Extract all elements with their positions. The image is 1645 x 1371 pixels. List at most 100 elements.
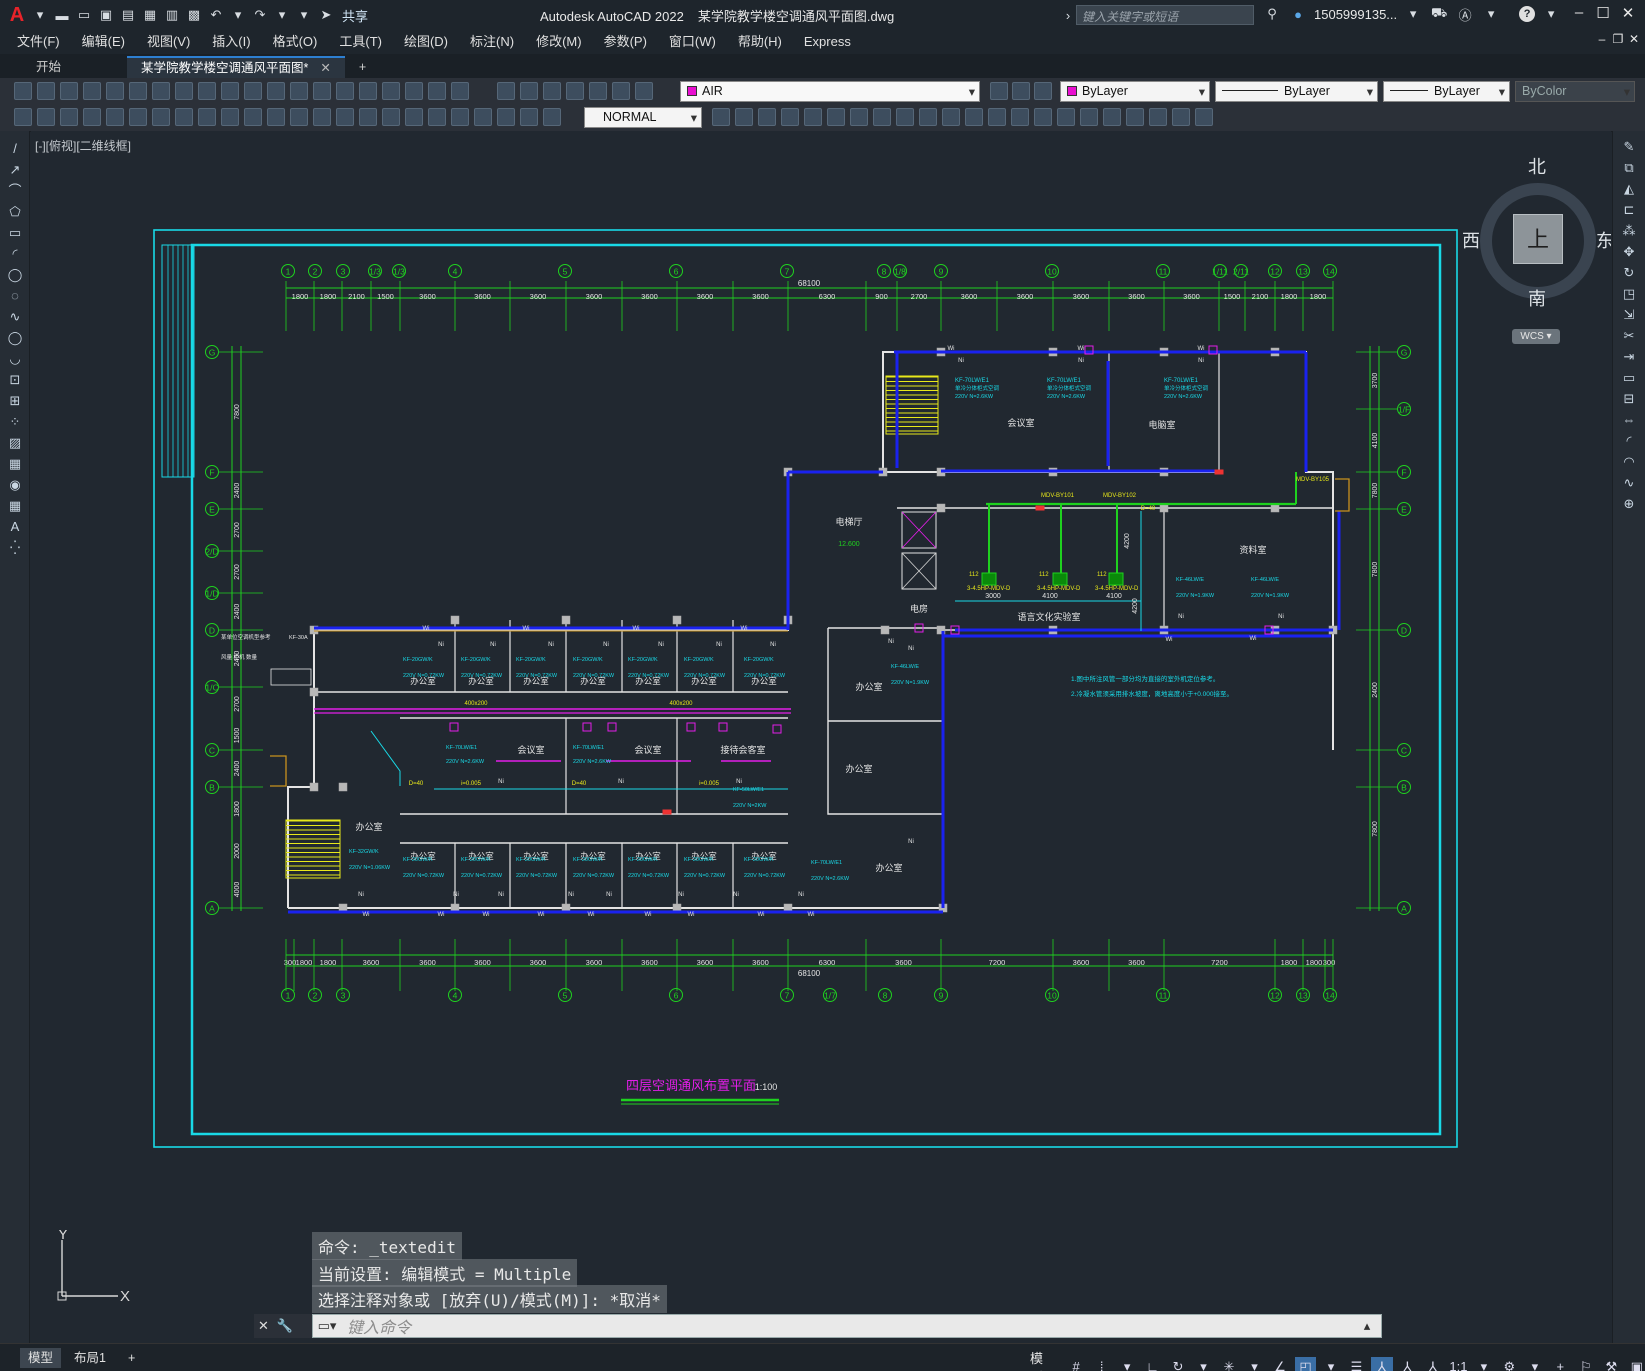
- command-history-icon[interactable]: ▴: [1353, 1318, 1381, 1334]
- modify-tool-icon-0[interactable]: ✎: [1621, 139, 1637, 155]
- object-track-icon[interactable]: ∠: [1269, 1357, 1290, 1371]
- hardware-accel-icon[interactable]: ⚒: [1601, 1357, 1622, 1371]
- draw-tool-icon-6[interactable]: ◯: [7, 267, 23, 283]
- draw-tool-icon-3[interactable]: ⬠: [7, 204, 23, 220]
- menu-2[interactable]: 视图(V): [136, 30, 201, 54]
- customize-quickaccess-icon[interactable]: ▾: [294, 5, 314, 25]
- draw-tool-icon-8[interactable]: [198, 108, 216, 126]
- expand-search-icon[interactable]: ›: [1058, 5, 1078, 25]
- draw-tool-icon-29[interactable]: [827, 108, 845, 126]
- dimstyle-dropdown[interactable]: NORMAL: [584, 107, 702, 128]
- draw-tool-icon-26[interactable]: [758, 108, 776, 126]
- plot-icon[interactable]: ▩: [184, 5, 204, 25]
- user-name[interactable]: 1505999135...: [1314, 7, 1397, 22]
- share-icon[interactable]: ➤: [316, 5, 336, 25]
- layer-dropdown[interactable]: AIR: [680, 81, 980, 102]
- menu-1[interactable]: 编辑(E): [71, 30, 136, 54]
- standard-tool-icon-14[interactable]: [336, 82, 354, 100]
- app-logo[interactable]: A: [6, 4, 28, 27]
- compass-north[interactable]: 北: [1528, 153, 1546, 179]
- draw-tool-icon-25[interactable]: [735, 108, 753, 126]
- draw-tool-icon-4[interactable]: ▭: [7, 225, 23, 241]
- standard-tool-icon-16[interactable]: [382, 82, 400, 100]
- command-customize-icon[interactable]: 🔧: [277, 1318, 293, 1334]
- draw-tool-icon-5[interactable]: ◜: [7, 246, 23, 262]
- draw-tool-icon-36[interactable]: [988, 108, 1006, 126]
- tab-model[interactable]: 模型: [20, 1348, 62, 1368]
- standard-tool-icon-27[interactable]: [990, 82, 1008, 100]
- modify-tool-icon-3[interactable]: ⊏: [1621, 202, 1637, 218]
- standard-tool-icon-23[interactable]: [566, 82, 584, 100]
- isolate-icon[interactable]: ⚐: [1575, 1357, 1596, 1371]
- draw-tool-icon-34[interactable]: [942, 108, 960, 126]
- draw-tool-icon-38[interactable]: [1034, 108, 1052, 126]
- draw-tool-icon-2[interactable]: [60, 108, 78, 126]
- draw-tool-icon-44[interactable]: [1172, 108, 1190, 126]
- lineweight-dropdown[interactable]: ByLayer: [1383, 81, 1510, 102]
- viewcube[interactable]: 北 上 西 东 南 WCS ▾: [1462, 153, 1611, 344]
- plus-icon[interactable]: +: [1550, 1357, 1571, 1371]
- modify-tool-icon-2[interactable]: ◭: [1621, 181, 1637, 197]
- draw-tool-icon-15[interactable]: ▦: [7, 456, 23, 472]
- save-as-icon[interactable]: ▤: [118, 5, 138, 25]
- plotstyle-dropdown[interactable]: ByColor: [1515, 81, 1635, 102]
- draw-tool-icon-1[interactable]: ↗: [7, 162, 23, 178]
- draw-tool-icon-16[interactable]: [382, 108, 400, 126]
- standard-tool-icon-25[interactable]: [612, 82, 630, 100]
- draw-tool-icon-31[interactable]: [873, 108, 891, 126]
- modify-tool-icon-7[interactable]: ◳: [1621, 286, 1637, 302]
- menu-0[interactable]: 文件(F): [6, 30, 71, 54]
- modify-tool-icon-6[interactable]: ↻: [1621, 265, 1637, 281]
- draw-tool-icon-18[interactable]: A: [7, 519, 23, 535]
- draw-tool-icon-8[interactable]: ∿: [7, 309, 23, 325]
- new-file-icon[interactable]: ▬: [52, 5, 72, 25]
- draw-tool-icon-43[interactable]: [1149, 108, 1167, 126]
- draw-tool-icon-3[interactable]: [83, 108, 101, 126]
- snap-dropdown-icon[interactable]: ▾: [1116, 1357, 1137, 1371]
- open-web-icon[interactable]: ▦: [140, 5, 160, 25]
- redo-dropdown-icon[interactable]: ▾: [272, 5, 292, 25]
- standard-tool-icon-19[interactable]: [451, 82, 469, 100]
- command-line[interactable]: ▭▾ 键入命令 ▴: [312, 1314, 1382, 1338]
- modify-tool-icon-12[interactable]: ⊟: [1621, 391, 1637, 407]
- menu-3[interactable]: 插入(I): [201, 30, 261, 54]
- draw-tool-icon-13[interactable]: [313, 108, 331, 126]
- search-input[interactable]: 键入关键字或短语: [1076, 5, 1254, 25]
- color-dropdown[interactable]: ByLayer: [1060, 81, 1210, 102]
- draw-tool-icon-1[interactable]: [37, 108, 55, 126]
- draw-tool-icon-10[interactable]: ◡: [7, 351, 23, 367]
- draw-tool-icon-16[interactable]: ◉: [7, 477, 23, 493]
- tab-layout1[interactable]: 布局1: [66, 1348, 114, 1368]
- open-file-icon[interactable]: ▭: [74, 5, 94, 25]
- draw-tool-icon-5[interactable]: [129, 108, 147, 126]
- draw-tool-icon-14[interactable]: ▨: [7, 435, 23, 451]
- draw-tool-icon-7[interactable]: [175, 108, 193, 126]
- polar-icon[interactable]: ↻: [1167, 1357, 1188, 1371]
- draw-tool-icon-10[interactable]: [244, 108, 262, 126]
- modify-tool-icon-4[interactable]: ⁂: [1621, 223, 1637, 239]
- standard-tool-icon-26[interactable]: [635, 82, 653, 100]
- clean-screen-icon[interactable]: ▣: [1626, 1357, 1645, 1371]
- menu-11[interactable]: 帮助(H): [727, 30, 793, 54]
- modify-tool-icon-15[interactable]: ◠: [1621, 454, 1637, 470]
- draw-tool-icon-42[interactable]: [1126, 108, 1144, 126]
- share-button[interactable]: 共享: [342, 6, 368, 25]
- a360-dropdown-icon[interactable]: ▾: [1481, 4, 1501, 24]
- search-icon[interactable]: ⚲: [1262, 4, 1282, 24]
- standard-tool-icon-21[interactable]: [520, 82, 538, 100]
- draw-tool-icon-30[interactable]: [850, 108, 868, 126]
- modify-tool-icon-13[interactable]: ⇔: [1621, 412, 1637, 428]
- annotation-scale-value[interactable]: 1:1: [1448, 1357, 1469, 1371]
- linetype-dropdown[interactable]: ByLayer: [1215, 81, 1378, 102]
- help-icon[interactable]: ?: [1519, 6, 1536, 22]
- autodesk-a360-icon[interactable]: Ⓐ: [1455, 4, 1475, 24]
- user-dropdown-icon[interactable]: ▾: [1403, 4, 1423, 24]
- standard-tool-icon-7[interactable]: [175, 82, 193, 100]
- tab-current-drawing[interactable]: 某学院教学楼空调通风平面图* ✕: [127, 56, 345, 78]
- draw-tool-icon-40[interactable]: [1080, 108, 1098, 126]
- draw-tool-icon-33[interactable]: [919, 108, 937, 126]
- draw-tool-icon-15[interactable]: [359, 108, 377, 126]
- standard-tool-icon-17[interactable]: [405, 82, 423, 100]
- draw-tool-icon-19[interactable]: [451, 108, 469, 126]
- standard-tool-icon-3[interactable]: [83, 82, 101, 100]
